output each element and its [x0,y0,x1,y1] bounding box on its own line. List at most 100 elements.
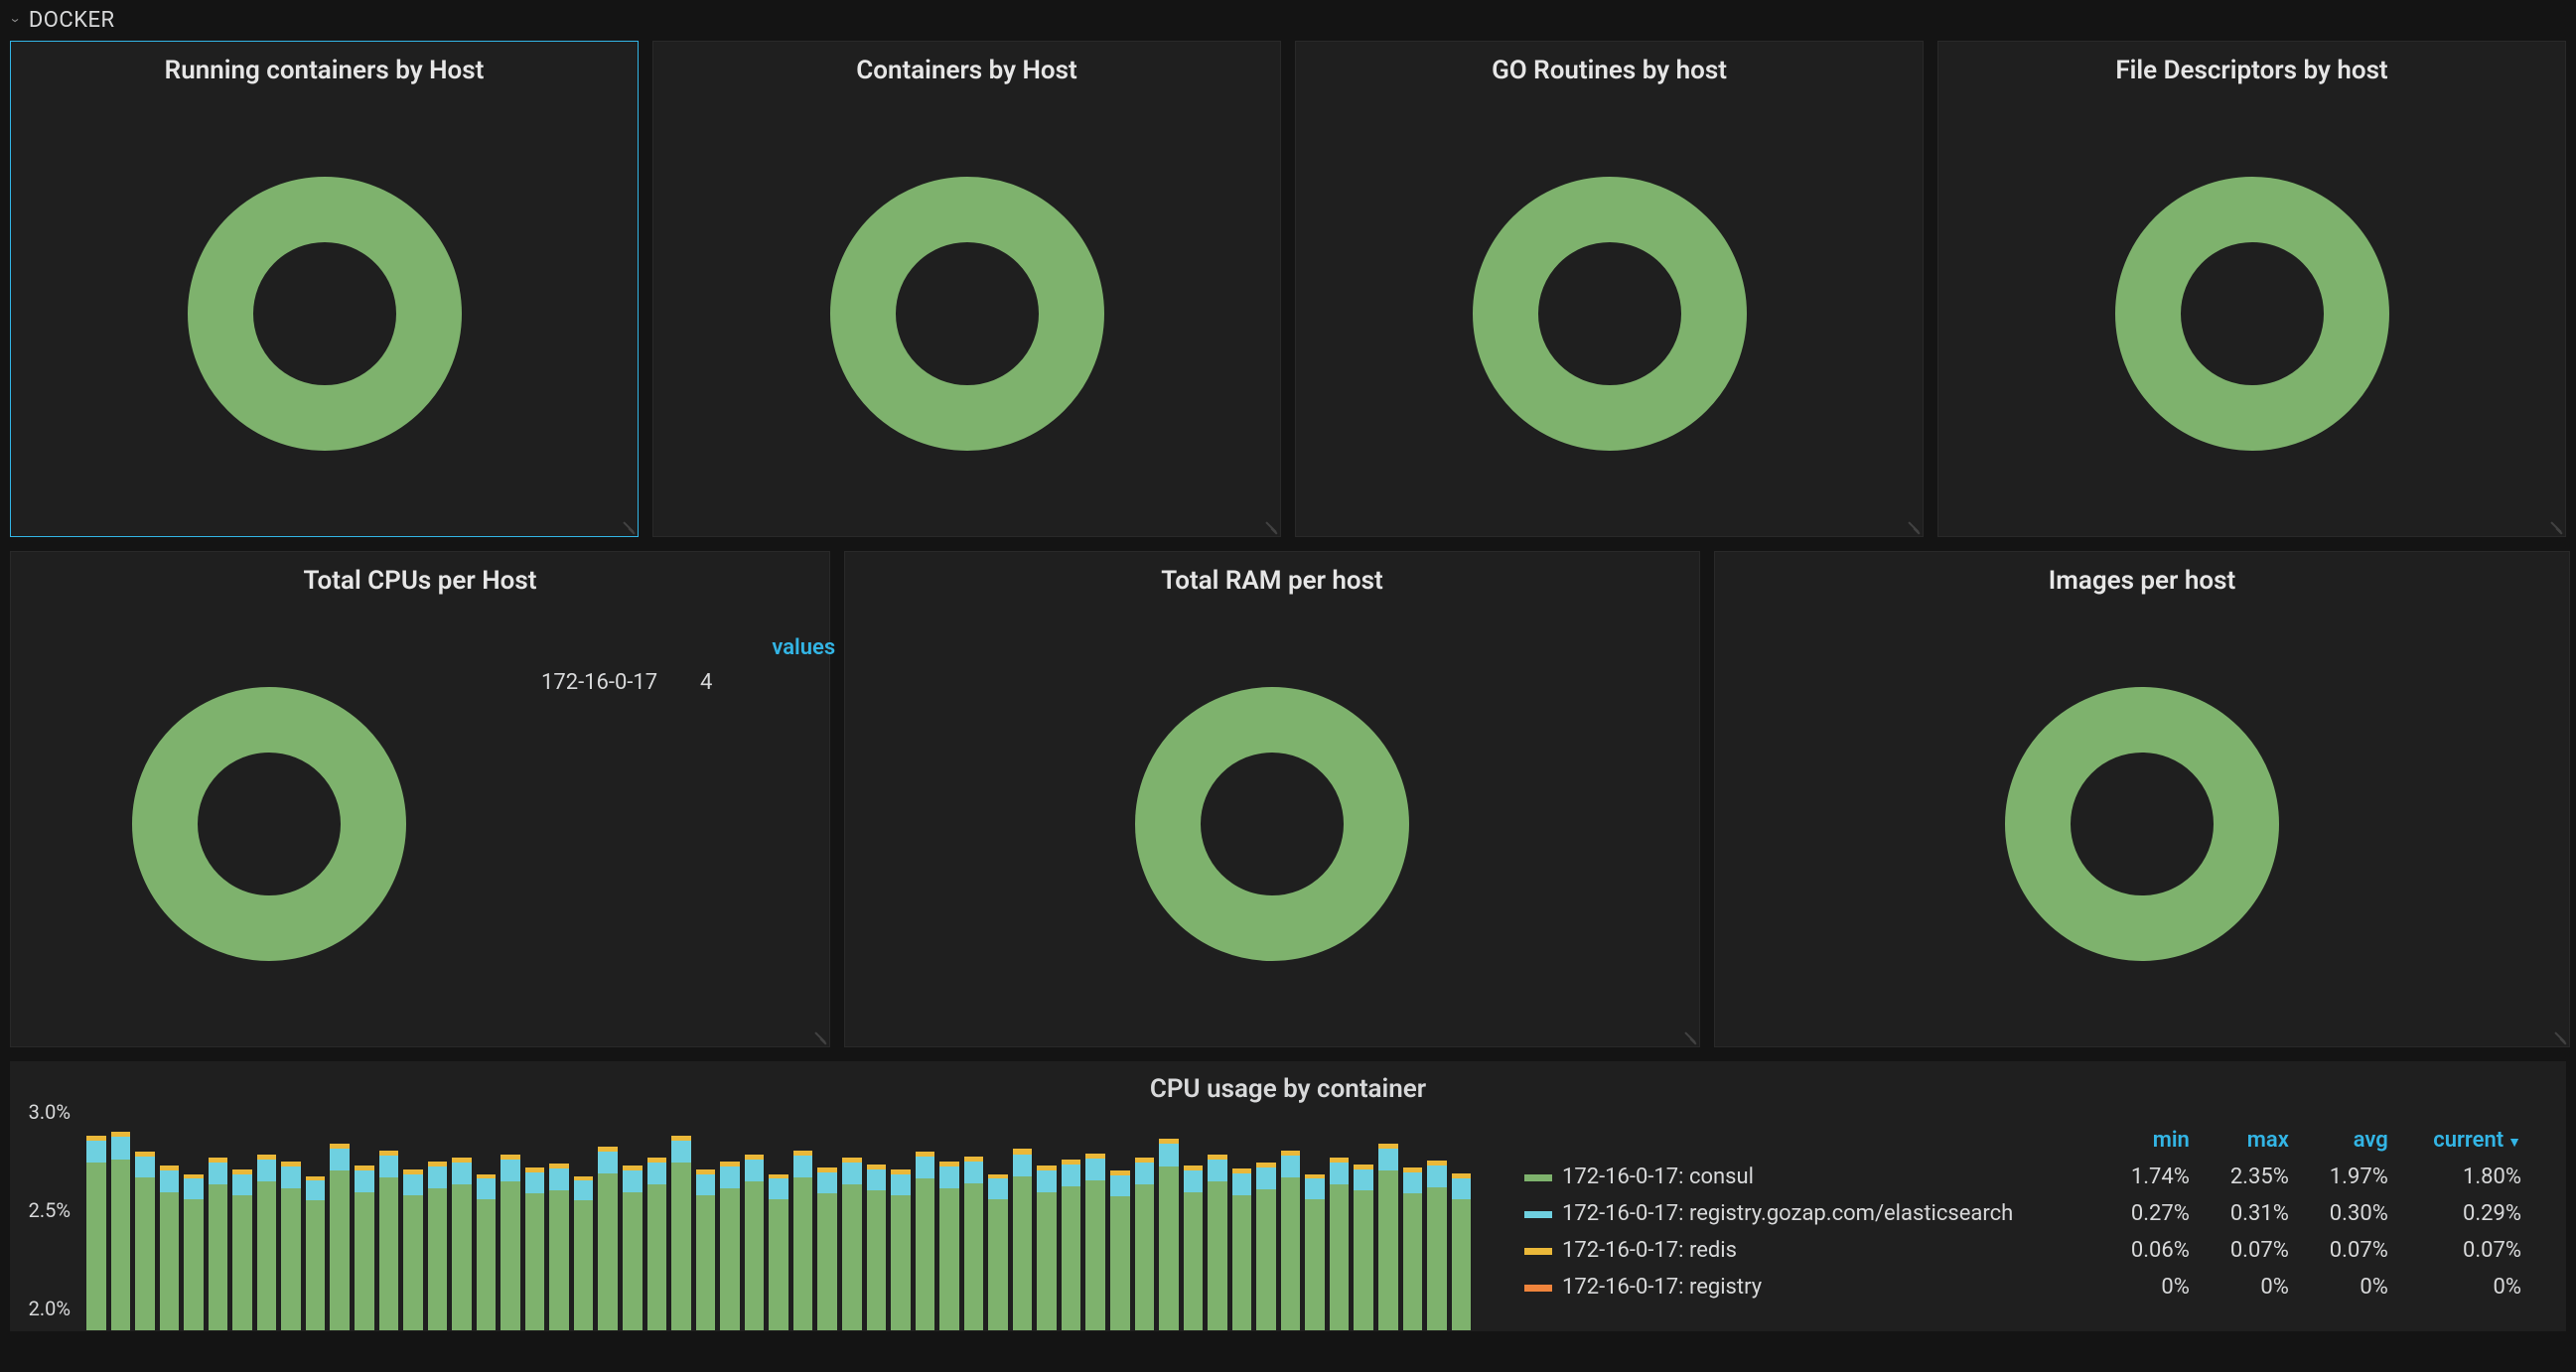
bar [939,1162,959,1330]
series-avg: 0.30% [2303,1195,2402,1232]
bar [1427,1161,1447,1330]
col-avg[interactable]: avg [2303,1122,2402,1159]
bar [257,1155,277,1330]
panel-title: Total CPUs per Host [11,552,829,602]
bar [1085,1154,1105,1330]
legend-row[interactable]: 172-16-0-17 4 [490,668,726,697]
series-min: 1.74% [2104,1159,2204,1195]
bar [1062,1160,1081,1330]
bar [1184,1166,1204,1330]
sort-desc-icon: ▼ [2507,1135,2521,1151]
series-max: 2.35% [2204,1159,2303,1195]
bar [1305,1174,1325,1330]
col-max[interactable]: max [2204,1122,2303,1159]
row-3: CPU usage by container 3.0% 2.5% 2.0% mi… [0,1061,2576,1331]
series-min: 0% [2104,1269,2204,1305]
series-current: 1.80% [2402,1159,2535,1195]
donut-chart [176,165,474,463]
panel-body [1296,91,1923,536]
bar [1013,1149,1033,1330]
bar [1232,1168,1252,1330]
series-name: 172-16-0-17: registry [1562,1275,1762,1300]
bar [574,1176,594,1330]
donut-chart [120,675,418,973]
series-avg: 1.97% [2303,1159,2402,1195]
bar [720,1162,740,1330]
bar [988,1174,1008,1330]
series-name: 172-16-0-17: registry.gozap.com/elastics… [1562,1201,2013,1226]
series-max: 0.31% [2204,1195,2303,1232]
legend-row[interactable]: 172-16-0-17: redis0.06%0.07%0.07%0.07% [1510,1232,2535,1269]
y-tick: 2.0% [29,1297,71,1320]
panel-title: Running containers by Host [11,42,638,91]
panel-total-ram[interactable]: Total RAM per host [844,551,1700,1047]
bar [1208,1155,1227,1330]
bar [549,1164,569,1330]
panel-containers[interactable]: Containers by Host [652,41,1281,537]
bar [355,1166,374,1330]
bar [1135,1158,1155,1330]
col-name[interactable] [1510,1122,2104,1159]
panel-title: File Descriptors by host [1938,42,2565,91]
panel-total-cpus[interactable]: Total CPUs per Host values 172-16-0-17 4 [10,551,830,1047]
series-current: 0.29% [2402,1195,2535,1232]
bar [964,1157,984,1330]
bar [160,1166,180,1330]
donut-chart [818,165,1116,463]
donut-chart [1461,165,1759,463]
bar [403,1169,423,1330]
legend-value: 4 [686,668,726,697]
section-header[interactable]: › DOCKER [0,0,2576,41]
panel-title: Images per host [1715,552,2569,602]
section-title: DOCKER [29,8,115,33]
bar [306,1176,326,1330]
legend-swatch [1524,1211,1552,1218]
panel-title: GO Routines by host [1296,42,1923,91]
legend-swatch [1524,1174,1552,1181]
panel-title: CPU usage by container [11,1062,2565,1112]
bar-chart: 3.0% 2.5% 2.0% [11,1112,1481,1330]
bar [111,1132,131,1330]
series-current: 0.07% [2402,1232,2535,1269]
bar [598,1147,618,1330]
panel-body: values 172-16-0-17 4 [11,602,829,1046]
y-tick: 3.0% [29,1100,71,1124]
panel-go-routines[interactable]: GO Routines by host [1295,41,1924,537]
panel-legend: values 172-16-0-17 4 [488,631,851,699]
legend-label: 172-16-0-17 [527,668,676,697]
bar [1354,1165,1373,1330]
series-min: 0.27% [2104,1195,2204,1232]
series-avg: 0% [2303,1269,2402,1305]
bar [1110,1170,1130,1330]
col-min[interactable]: min [2104,1122,2204,1159]
bar [1452,1173,1472,1330]
bar [696,1169,716,1330]
bar [867,1165,887,1330]
panel-title: Total RAM per host [845,552,1699,602]
panel-body [653,91,1280,536]
legend-row[interactable]: 172-16-0-17: registry.gozap.com/elastics… [1510,1195,2535,1232]
series-avg: 0.07% [2303,1232,2402,1269]
legend-row[interactable]: 172-16-0-17: registry0%0%0%0% [1510,1269,2535,1305]
donut-chart [1123,675,1421,973]
bar [232,1169,252,1330]
legend-swatch [1524,1248,1552,1255]
bar [477,1174,497,1330]
series-current: 0% [2402,1269,2535,1305]
col-current[interactable]: current▼ [2402,1122,2535,1159]
panel-body [11,91,638,536]
bar [1403,1167,1423,1330]
panel-running-containers[interactable]: Running containers by Host [10,41,639,537]
bar [916,1152,935,1330]
legend-row[interactable]: 172-16-0-17: consul1.74%2.35%1.97%1.80% [1510,1159,2535,1195]
bar [769,1174,788,1330]
bar [1281,1151,1301,1330]
panel-cpu-usage[interactable]: CPU usage by container 3.0% 2.5% 2.0% mi… [10,1061,2566,1331]
series-name: 172-16-0-17: redis [1562,1238,1737,1263]
series-max: 0.07% [2204,1232,2303,1269]
panel-file-descriptors[interactable]: File Descriptors by host [1937,41,2566,537]
donut-chart [1993,675,2291,973]
panel-images[interactable]: Images per host [1714,551,2570,1047]
bar [671,1136,691,1331]
bar [745,1155,765,1330]
